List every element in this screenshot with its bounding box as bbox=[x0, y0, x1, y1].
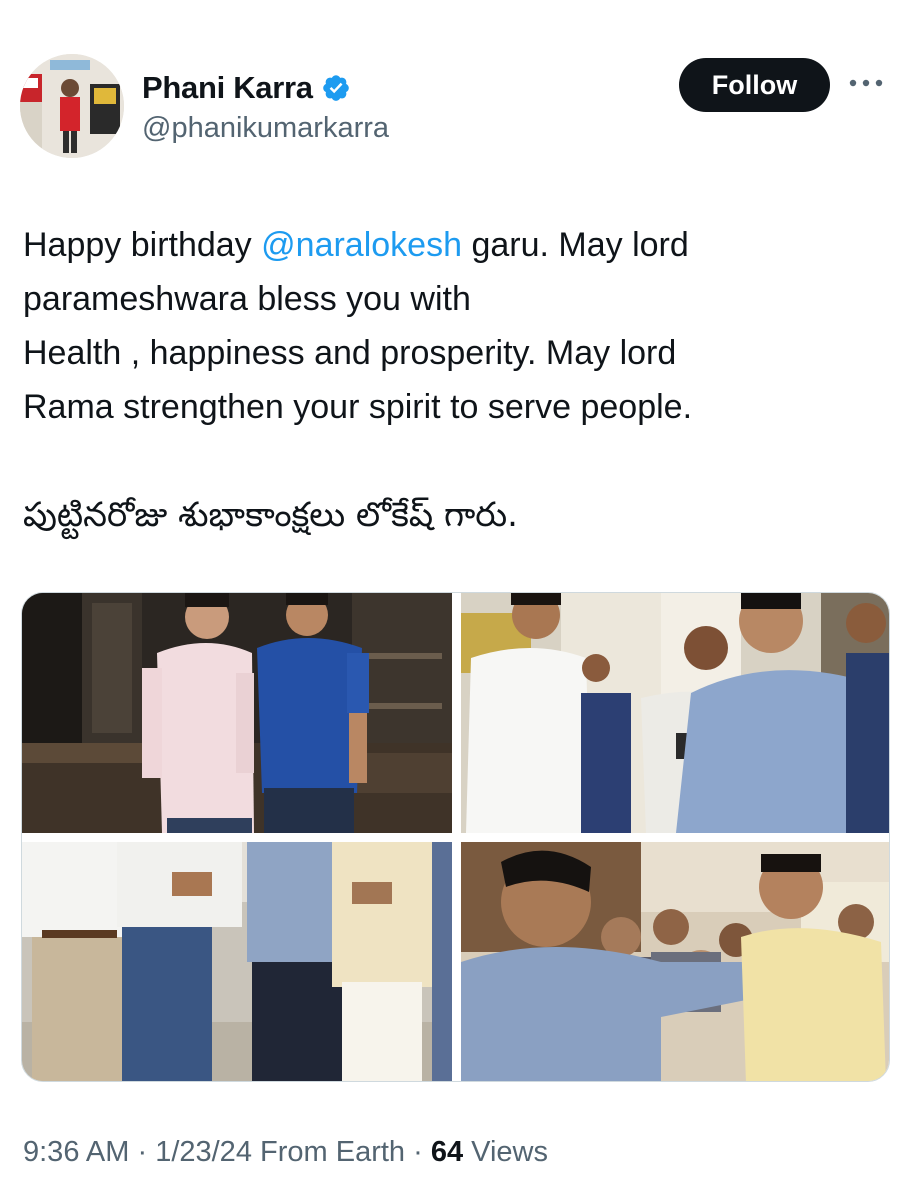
tweet-date[interactable]: 1/23/24 bbox=[155, 1136, 252, 1168]
mention-link[interactable]: @naralokesh bbox=[261, 226, 462, 264]
tweet-text-segment: Happy birthday bbox=[23, 226, 262, 264]
greeting-group-photo[interactable] bbox=[461, 593, 889, 833]
meta-separator: · bbox=[129, 1136, 156, 1168]
two-men-restaurant-photo[interactable] bbox=[22, 593, 452, 833]
tweet-source: From Earth bbox=[251, 1136, 406, 1168]
tweet-header: Phani Karra @phanikumarkarra Follow bbox=[20, 54, 891, 160]
verified-badge-icon bbox=[321, 73, 351, 103]
tweet-line-1: Happy birthday @naralokesh garu. May lor… bbox=[23, 218, 883, 272]
views-label: Views bbox=[463, 1136, 548, 1168]
tweet-telugu-line: పుట్టినరోజు శుభాకాంక్షలు లోకేష్ గారు. bbox=[23, 495, 518, 535]
avatar-image bbox=[20, 54, 124, 158]
tweet-time[interactable]: 9:36 AM bbox=[23, 1136, 129, 1168]
avatar[interactable] bbox=[20, 54, 124, 158]
media-grid bbox=[21, 592, 890, 1082]
author-identity: Phani Karra @phanikumarkarra bbox=[142, 68, 389, 145]
group-standing-photo[interactable] bbox=[22, 842, 452, 1081]
author-display-name[interactable]: Phani Karra bbox=[142, 70, 313, 106]
follow-button[interactable]: Follow bbox=[679, 58, 830, 112]
views-count[interactable]: 64 bbox=[431, 1136, 463, 1168]
more-options-icon[interactable] bbox=[846, 68, 886, 98]
author-handle[interactable]: @phanikumarkarra bbox=[142, 112, 389, 145]
cake-feeding-photo[interactable] bbox=[461, 842, 889, 1081]
tweet-text-segment: garu. May lord bbox=[462, 226, 689, 264]
tweet-line-4: Rama strengthen your spirit to serve peo… bbox=[23, 388, 693, 426]
author-name-row: Phani Karra bbox=[142, 68, 389, 108]
tweet-line-2: parameshwara bless you with bbox=[23, 280, 471, 318]
tweet-metadata: 9:36 AM · 1/23/24 From Earth · 64 Views bbox=[23, 1136, 548, 1169]
meta-separator: · bbox=[405, 1136, 431, 1168]
tweet-text: Happy birthday @naralokesh garu. May lor… bbox=[23, 218, 883, 542]
tweet-line-3: Health , happiness and prosperity. May l… bbox=[23, 334, 677, 372]
